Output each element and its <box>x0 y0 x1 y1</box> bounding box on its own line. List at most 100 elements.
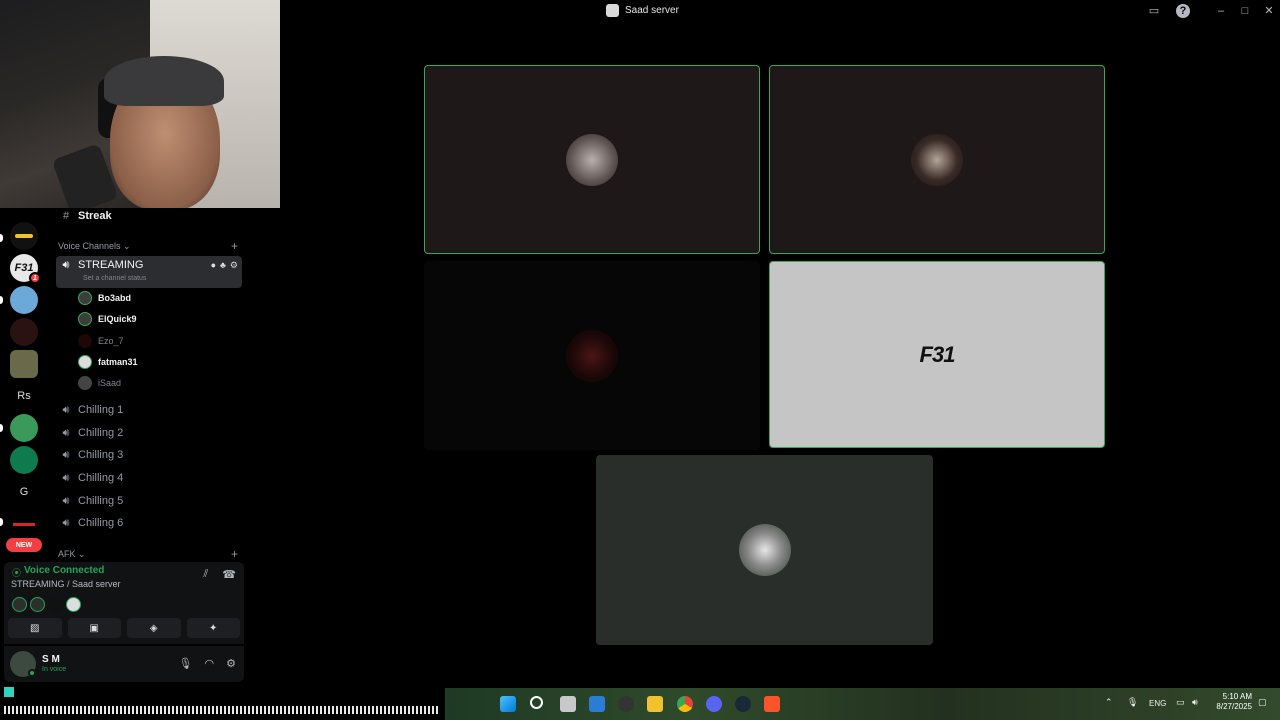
speaker-icon: 🔊︎ <box>62 259 70 271</box>
new-badge[interactable]: NEW <box>6 538 42 552</box>
chrome-icon[interactable] <box>677 696 693 712</box>
window-title-text: Saad server <box>625 5 679 16</box>
speaker-icon: 🔊︎ <box>62 471 70 484</box>
avatar <box>78 355 92 369</box>
webcam-overlay <box>0 0 280 208</box>
avatar[interactable] <box>48 597 63 612</box>
folder-icon[interactable] <box>647 696 663 712</box>
server-f31[interactable]: F31 1 <box>10 254 41 284</box>
add-channel-icon[interactable]: + <box>231 239 238 253</box>
activities-button[interactable]: ◈ <box>127 618 181 638</box>
maximize-icon[interactable]: □ <box>1238 4 1252 18</box>
mic-tray-icon[interactable]: 🎙︎ <box>1127 697 1138 708</box>
server-4-icon[interactable] <box>10 318 38 346</box>
headphones-icon[interactable]: ◠ <box>205 657 215 670</box>
voice-channel[interactable]: 🔊︎ Chilling 3 <box>56 444 242 466</box>
volume-icon[interactable]: 🔊︎ <box>1192 697 1198 708</box>
voice-member[interactable]: ElQuick9 <box>78 309 137 329</box>
disconnect-icon[interactable]: ☎ <box>222 568 236 581</box>
voice-member[interactable]: fatman31 <box>78 352 138 372</box>
video-tile-ezo7[interactable] <box>424 261 760 450</box>
member-name: Bo3abd <box>98 293 132 303</box>
voice-channel[interactable]: 🔊︎ Chilling 2 <box>56 422 242 444</box>
start-icon[interactable] <box>500 696 516 712</box>
speaker-icon: 🔊︎ <box>62 494 70 507</box>
avatar[interactable] <box>12 597 27 612</box>
screen-share-button[interactable]: ▣ <box>67 618 121 638</box>
help-icon[interactable]: ? <box>1176 4 1190 18</box>
voice-channel[interactable]: 🔊︎ Chilling 4 <box>56 467 242 489</box>
voice-category[interactable]: Voice Channels ⌄ <box>58 241 131 252</box>
channel-name: Chilling 1 <box>78 404 124 416</box>
tray-chevron-icon[interactable]: ⌃ <box>1105 697 1113 708</box>
app-icon[interactable] <box>618 696 634 712</box>
server-10-icon[interactable] <box>10 510 38 538</box>
server-g[interactable]: G <box>10 478 38 506</box>
unread-pill <box>0 296 3 304</box>
unread-pill <box>0 234 3 242</box>
noise-suppression-icon[interactable]: ⫽ <box>203 568 208 581</box>
brave-icon[interactable] <box>764 696 780 712</box>
chat-icon[interactable]: ● <box>211 260 216 271</box>
avatar <box>566 133 618 186</box>
video-tile-fatman31[interactable]: F31 <box>769 261 1105 448</box>
speaker-icon: 🔊︎ <box>62 403 70 416</box>
language-indicator[interactable]: ENG <box>1149 699 1166 708</box>
search-icon[interactable] <box>530 696 543 709</box>
discord-icon[interactable] <box>706 696 722 712</box>
server-1-icon[interactable] <box>10 222 38 250</box>
video-tile-isaad[interactable] <box>596 455 933 645</box>
close-icon[interactable]: ✕ <box>1262 4 1276 18</box>
avatar[interactable] <box>66 597 81 612</box>
voice-channel[interactable]: 🔊︎ Chilling 6 <box>56 512 242 534</box>
voice-avatars <box>12 597 81 612</box>
voice-member[interactable]: Ezo_7 <box>78 331 124 351</box>
username[interactable]: S M <box>42 654 60 665</box>
video-tile-elquick9[interactable] <box>769 65 1105 254</box>
camera-off-button[interactable]: ▨ <box>8 618 62 638</box>
network-icon[interactable]: ▭ <box>1176 697 1185 708</box>
gear-icon[interactable]: ⚙ <box>226 657 236 670</box>
inbox-icon[interactable]: ▭ <box>1147 4 1161 18</box>
speaker-icon: 🔊︎ <box>62 426 70 439</box>
avatar <box>738 524 791 576</box>
server-3-icon[interactable] <box>10 286 38 314</box>
voice-channel[interactable]: 🔊︎ Chilling 1 <box>56 399 242 421</box>
minimize-icon[interactable]: – <box>1214 4 1228 18</box>
avatar <box>78 376 92 390</box>
task-view-icon[interactable] <box>560 696 576 712</box>
server-rs[interactable]: Rs <box>10 382 38 410</box>
afk-category[interactable]: AFK ⌄ <box>58 549 86 560</box>
video-tile-bo3abd[interactable] <box>424 65 760 254</box>
voice-status-title[interactable]: Voice Connected <box>24 565 104 576</box>
invite-icon[interactable]: ♣ <box>220 260 226 271</box>
speaker-icon: 🔊︎ <box>62 516 70 529</box>
add-channel-icon[interactable]: + <box>231 547 238 560</box>
soundboard-button[interactable]: ✦ <box>186 618 240 638</box>
signal-icon[interactable]: ⦿ <box>12 566 21 579</box>
store-icon[interactable] <box>589 696 605 712</box>
voice-location[interactable]: STREAMING / Saad server <box>11 579 121 589</box>
voice-member[interactable]: iSaad <box>78 373 121 393</box>
voice-channel-streaming[interactable]: 🔊︎ STREAMING Set a channel status ● ♣ ⚙ <box>56 256 242 288</box>
server-8-icon[interactable] <box>10 446 38 474</box>
settings-icon[interactable]: ⚙ <box>230 260 238 271</box>
member-name: ElQuick9 <box>98 314 137 324</box>
microphone-icon[interactable]: 🎙︎ <box>179 657 193 670</box>
avatar[interactable] <box>30 597 45 612</box>
notification-icon[interactable]: ▢ <box>1258 697 1267 708</box>
text-channel-streak[interactable]: # Streak <box>56 208 242 227</box>
clock-time: 5:10 AM <box>1222 692 1252 701</box>
channel-name: Chilling 2 <box>78 427 124 439</box>
server-5-icon[interactable] <box>10 350 38 378</box>
server-7-icon[interactable] <box>10 414 38 442</box>
voice-member[interactable]: Bo3abd <box>78 288 131 308</box>
voice-channel[interactable]: 🔊︎ Chilling 5 <box>56 490 242 512</box>
online-status-icon <box>28 669 36 677</box>
hashtag-icon: # <box>62 210 70 222</box>
clock[interactable]: 5:10 AM 8/27/2025 <box>1214 692 1252 712</box>
channel-status[interactable]: Set a channel status <box>83 275 146 282</box>
voice-connected-panel: ⦿ Voice Connected STREAMING / Saad serve… <box>4 562 244 644</box>
steam-icon[interactable] <box>735 696 751 712</box>
clock-date: 8/27/2025 <box>1216 702 1252 711</box>
